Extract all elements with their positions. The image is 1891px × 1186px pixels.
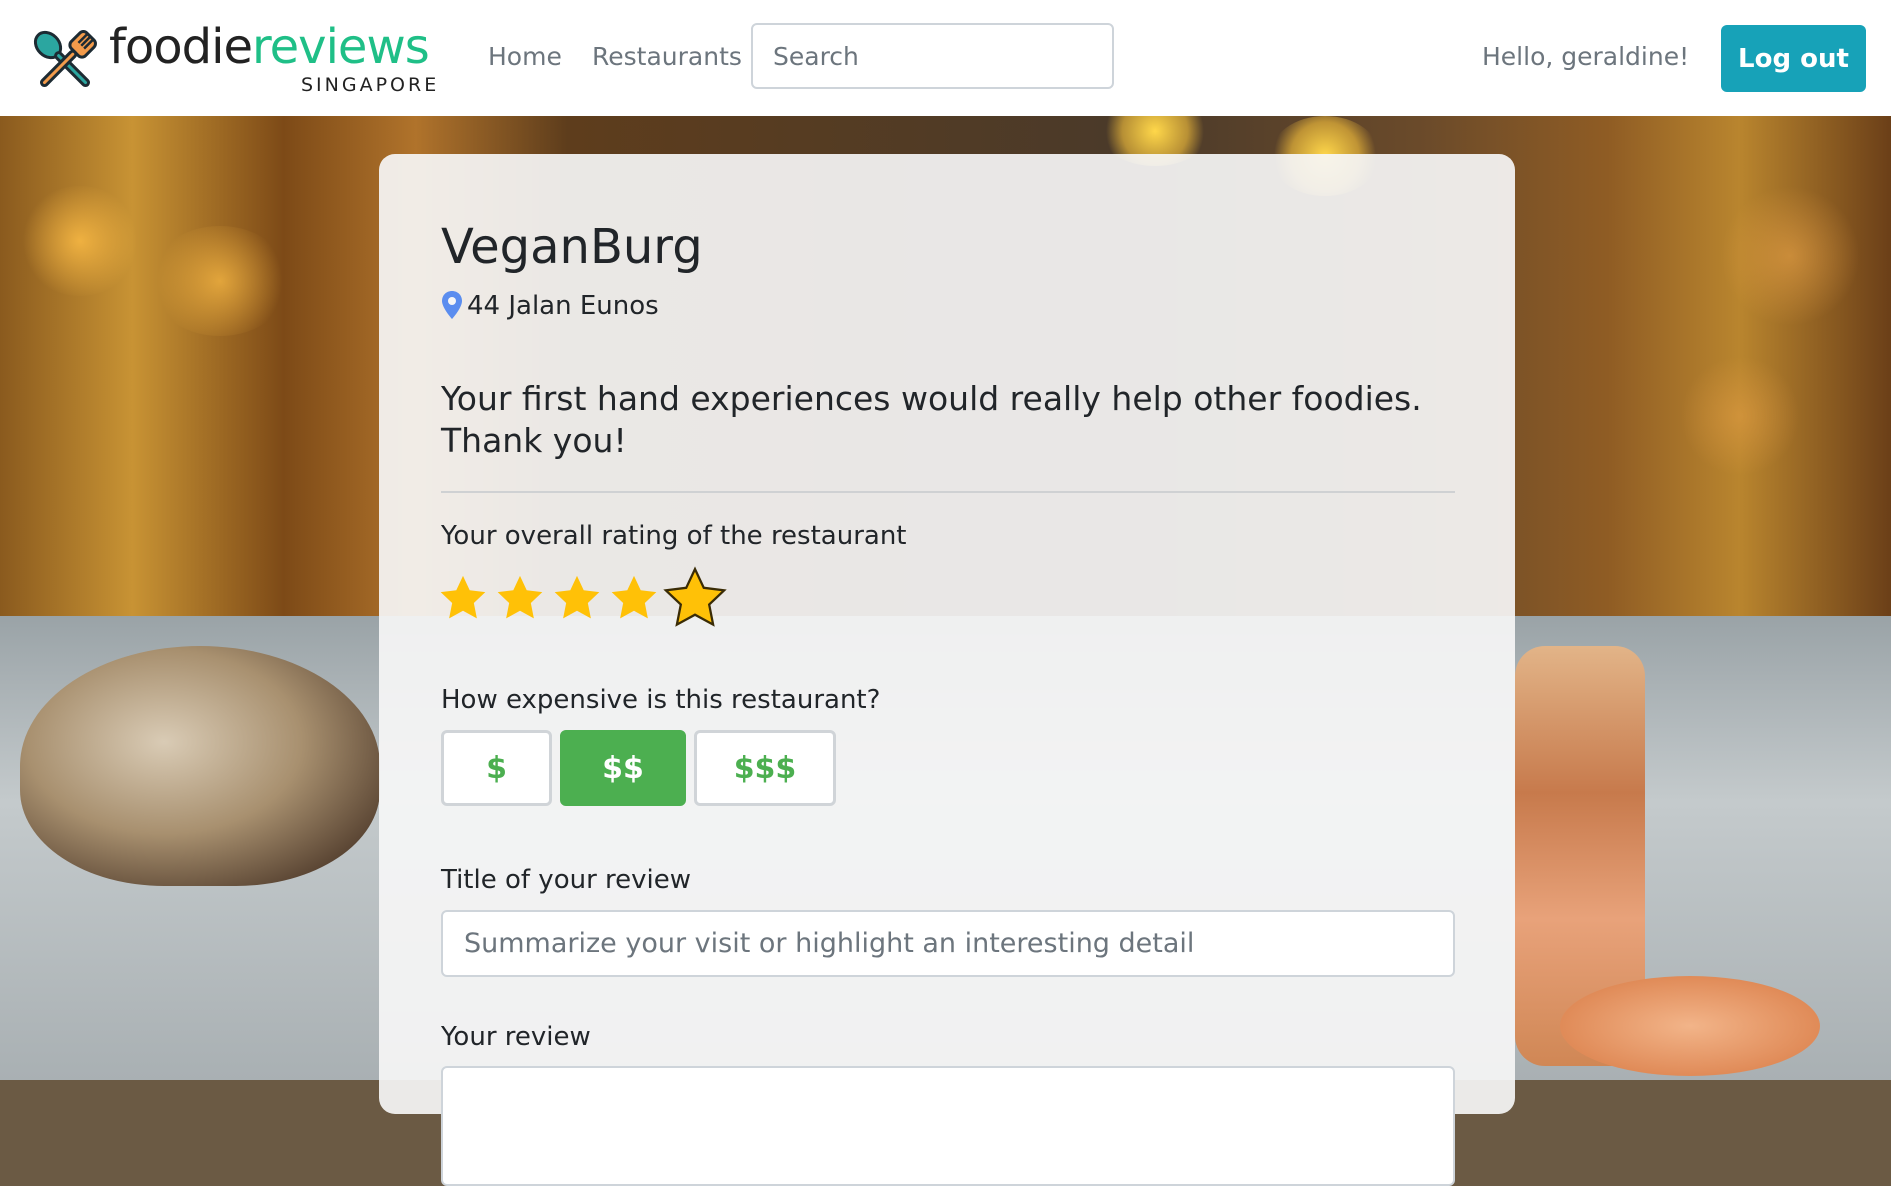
brand-word-foodie: foodie: [109, 19, 253, 75]
bokeh-light: [20, 186, 140, 296]
star-icon[interactable]: [608, 572, 660, 624]
address-text: 44 Jalan Eunos: [467, 291, 659, 321]
price-label: How expensive is this restaurant?: [441, 685, 881, 715]
brand-word-reviews: reviews: [251, 19, 430, 75]
review-body-label: Your review: [441, 1022, 591, 1052]
star-icon[interactable]: [551, 572, 603, 624]
nav-link-home[interactable]: Home: [488, 42, 562, 71]
star-icon[interactable]: [494, 572, 546, 624]
star-icon-hover[interactable]: [661, 564, 729, 632]
utensils-cross-icon: [33, 30, 97, 88]
review-body-textarea[interactable]: [441, 1066, 1455, 1186]
restaurant-name: VeganBurg: [441, 219, 703, 275]
brand-wordmark: foodiereviews: [109, 18, 430, 76]
user-greeting: Hello, geraldine!: [1482, 42, 1690, 71]
sauce-drip: [1560, 976, 1820, 1076]
brand-subtitle: SINGAPORE: [301, 74, 440, 96]
price-option-medium[interactable]: $$: [560, 730, 686, 806]
map-pin-icon: [442, 291, 462, 319]
review-title-input[interactable]: [441, 910, 1455, 977]
navbar: foodiereviews SINGAPORE Home Restaurants…: [0, 0, 1891, 116]
price-option-low[interactable]: $: [441, 730, 552, 806]
star-icon[interactable]: [437, 572, 489, 624]
price-option-high[interactable]: $$$: [694, 730, 836, 806]
bokeh-light: [150, 226, 290, 336]
rating-label: Your overall rating of the restaurant: [441, 521, 907, 551]
thank-you-message: Your first hand experiences would really…: [441, 379, 1422, 460]
divider: [441, 491, 1455, 493]
nav-link-restaurants[interactable]: Restaurants: [592, 42, 742, 71]
bokeh-light: [1720, 186, 1860, 326]
search-input[interactable]: [751, 23, 1114, 89]
mushroom: [20, 646, 380, 886]
restaurant-address: 44 Jalan Eunos: [441, 290, 659, 321]
review-card: VeganBurg 44 Jalan Eunos Your first hand…: [379, 154, 1515, 1186]
brand-logo[interactable]: foodiereviews SINGAPORE: [27, 18, 447, 98]
bokeh-light: [1680, 356, 1800, 476]
logout-button[interactable]: Log out: [1721, 25, 1866, 92]
review-title-label: Title of your review: [441, 865, 692, 895]
